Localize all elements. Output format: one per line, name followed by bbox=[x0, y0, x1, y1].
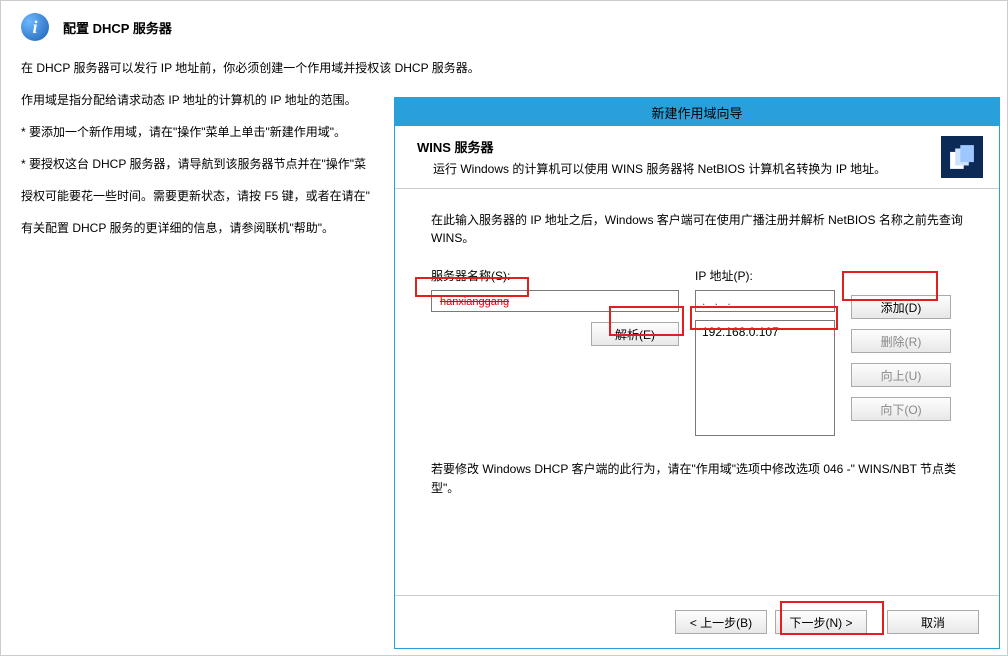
resolve-button[interactable]: 解析(E) bbox=[591, 322, 679, 346]
ip-address-input[interactable]: . . . bbox=[695, 290, 835, 312]
move-down-button[interactable]: 向下(O) bbox=[851, 397, 951, 421]
server-name-label: 服务器名称(S): bbox=[431, 267, 679, 284]
wizard-step-title: WINS 服务器 bbox=[417, 137, 931, 156]
next-button[interactable]: 下一步(N) > bbox=[775, 610, 867, 634]
bg-line: 在 DHCP 服务器可以发行 IP 地址前，你必须创建一个作用域并授权该 DHC… bbox=[21, 59, 987, 77]
dialog-title-bar[interactable]: 新建作用域向导 bbox=[395, 98, 999, 126]
wizard-intro-text: 在此输入服务器的 IP 地址之后，Windows 客户端可在使用广播注册并解析 … bbox=[431, 211, 963, 247]
new-scope-wizard-dialog: 新建作用域向导 WINS 服务器 运行 Windows 的计算机可以使用 WIN… bbox=[394, 97, 1000, 649]
cancel-button[interactable]: 取消 bbox=[887, 610, 979, 634]
ip-address-label: IP 地址(P): bbox=[695, 267, 835, 284]
wizard-body: 在此输入服务器的 IP 地址之后，Windows 客户端可在使用广播注册并解析 … bbox=[395, 189, 999, 595]
remove-button[interactable]: 删除(R) bbox=[851, 329, 951, 353]
wizard-header: WINS 服务器 运行 Windows 的计算机可以使用 WINS 服务器将 N… bbox=[395, 126, 999, 189]
ip-address-listbox[interactable]: 192.168.0.107 bbox=[695, 320, 835, 436]
wizard-icon bbox=[941, 136, 983, 178]
add-button[interactable]: 添加(D) bbox=[851, 295, 951, 319]
wizard-footer: < 上一步(B) 下一步(N) > 取消 bbox=[395, 595, 999, 648]
wizard-step-subtitle: 运行 Windows 的计算机可以使用 WINS 服务器将 NetBIOS 计算… bbox=[417, 160, 931, 177]
move-up-button[interactable]: 向上(U) bbox=[851, 363, 951, 387]
list-item[interactable]: 192.168.0.107 bbox=[702, 323, 828, 341]
page-title: 配置 DHCP 服务器 bbox=[63, 18, 172, 37]
back-button[interactable]: < 上一步(B) bbox=[675, 610, 767, 634]
wizard-footer-note: 若要修改 Windows DHCP 客户端的此行为，请在"作用域"选项中修改选项… bbox=[431, 460, 963, 498]
server-name-input[interactable]: hanxianggang bbox=[431, 290, 679, 312]
page-header: i 配置 DHCP 服务器 bbox=[21, 13, 987, 41]
info-icon: i bbox=[21, 13, 49, 41]
